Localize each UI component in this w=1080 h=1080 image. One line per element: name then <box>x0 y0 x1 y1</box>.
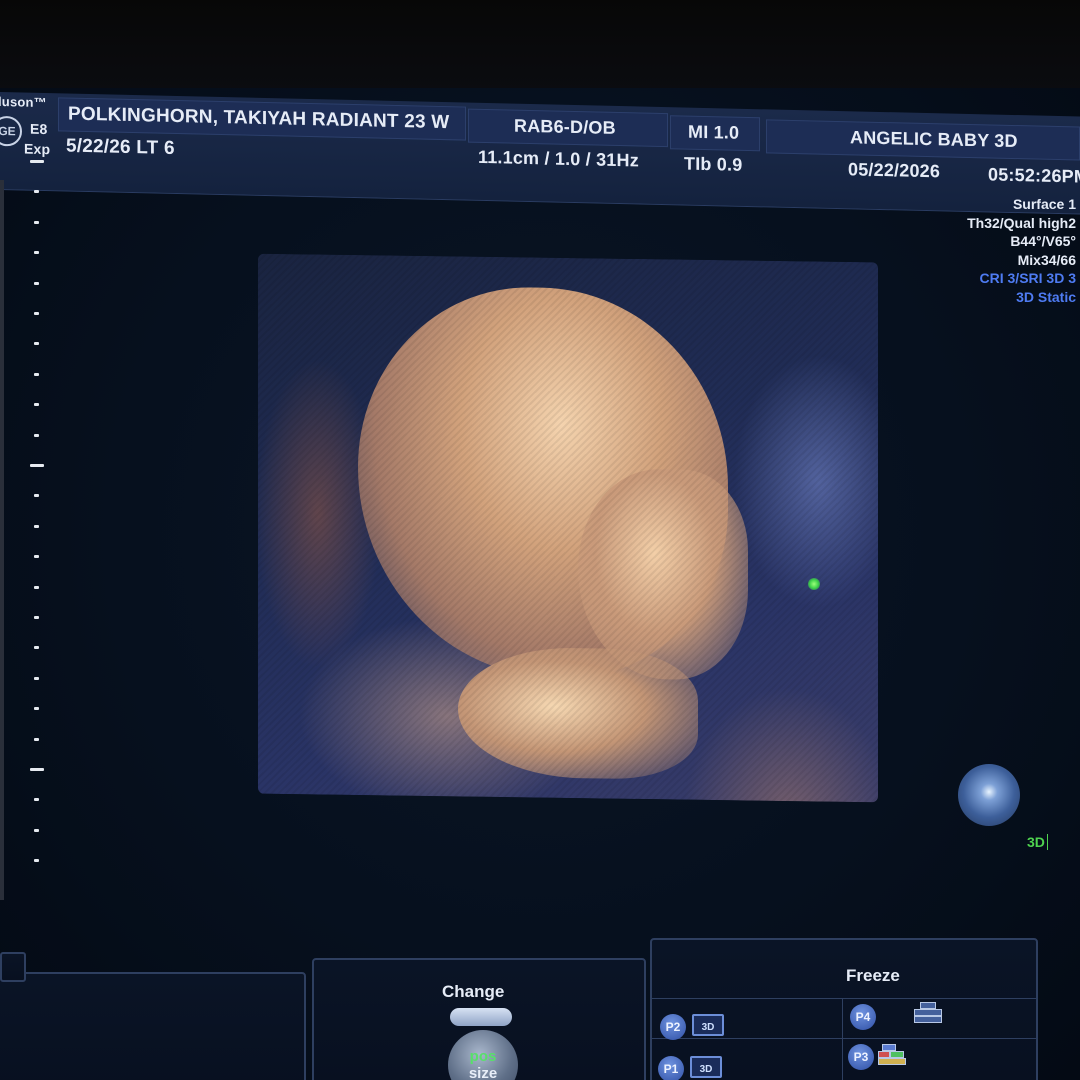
change-panel[interactable]: Change pos size <box>312 958 646 1080</box>
depth-scale <box>14 160 54 880</box>
depth-tick <box>34 798 39 802</box>
scanline-overlay <box>258 253 878 803</box>
logo-model: E8 <box>30 120 48 138</box>
knob-size-label: size <box>468 1065 498 1080</box>
softkey-panel-left[interactable] <box>0 972 306 1080</box>
depth-tick <box>30 464 44 467</box>
exam-date: 05/22/2026 <box>848 159 941 182</box>
parameter-line: Mix34/66 <box>1017 251 1076 268</box>
parameter-line: Th32/Qual high2 <box>967 214 1076 231</box>
depth-tick <box>34 372 39 376</box>
mi-text: MI 1.0 <box>688 121 740 143</box>
monitor-bezel <box>0 0 1080 92</box>
parameter-line: B44°/V65° <box>1010 233 1076 249</box>
exam-time: 05:52:26PM <box>988 164 1080 187</box>
pos-size-knob[interactable]: pos size <box>448 1030 518 1080</box>
fetal-3d-render[interactable] <box>258 253 878 803</box>
freeze-label: Freeze <box>846 966 900 985</box>
depth-tick <box>34 342 39 346</box>
change-label: Change <box>442 982 505 1001</box>
knob-pos-label: pos <box>469 1048 497 1065</box>
facility-name: ANGELIC BABY 3D <box>850 127 1018 152</box>
logo-brand: luson™ <box>0 93 47 111</box>
logo-mode: Exp <box>24 140 51 158</box>
probe-text: RAB6-D/OB <box>514 115 616 138</box>
parameter-line: CRI 3/SRI 3D 3 <box>979 270 1076 286</box>
3d-volume-icon[interactable]: 3D <box>690 1056 722 1078</box>
green-cursor-icon[interactable] <box>808 578 820 590</box>
freeze-panel[interactable]: Freeze P2 3D P4 P1 3D P3 <box>650 938 1038 1080</box>
color-stack-icon[interactable] <box>878 1044 908 1066</box>
3d-volume-icon[interactable]: 3D <box>692 1014 724 1036</box>
depth-tick <box>34 524 39 528</box>
preset-p3-button[interactable]: P3 <box>848 1044 874 1070</box>
left-edge-bar <box>0 180 4 900</box>
softkey-tab[interactable] <box>0 952 26 982</box>
lmp-text: 5/22/26 LT 6 <box>66 135 175 159</box>
preset-p2-button[interactable]: P2 <box>660 1014 686 1040</box>
depth-tick <box>34 707 39 711</box>
depth-tick <box>34 585 39 589</box>
tib-text: TIb 0.9 <box>684 153 743 175</box>
depth-tick <box>34 190 39 194</box>
preset-divider <box>842 998 843 1080</box>
stack-layout-icon[interactable] <box>914 1002 944 1024</box>
preset-p1-button[interactable]: P1 <box>658 1056 684 1080</box>
parameter-line: 3D Static <box>1016 288 1076 305</box>
orientation-sphere-icon[interactable] <box>958 764 1020 826</box>
ge-logo-icon: GE <box>0 115 22 147</box>
depth-tick <box>34 403 39 407</box>
depth-tick <box>30 160 44 163</box>
depth-freq-text: 11.1cm / 1.0 / 31Hz <box>478 146 639 171</box>
view-3d-tag: 3D <box>1027 834 1048 850</box>
depth-tick <box>34 433 39 437</box>
depth-tick <box>34 494 39 498</box>
depth-tick <box>34 859 39 863</box>
depth-tick <box>34 828 39 832</box>
parameter-line: Surface 1 <box>1012 196 1076 212</box>
depth-tick <box>34 251 39 255</box>
depth-tick <box>34 281 39 285</box>
depth-tick <box>34 312 39 315</box>
depth-tick <box>34 555 39 559</box>
depth-tick <box>30 768 44 771</box>
depth-tick <box>34 646 39 650</box>
depth-tick <box>34 676 39 680</box>
change-button[interactable] <box>450 1008 512 1026</box>
preset-p4-button[interactable]: P4 <box>850 1004 876 1030</box>
depth-tick <box>34 616 39 619</box>
depth-tick <box>34 737 39 741</box>
depth-tick <box>34 220 39 224</box>
